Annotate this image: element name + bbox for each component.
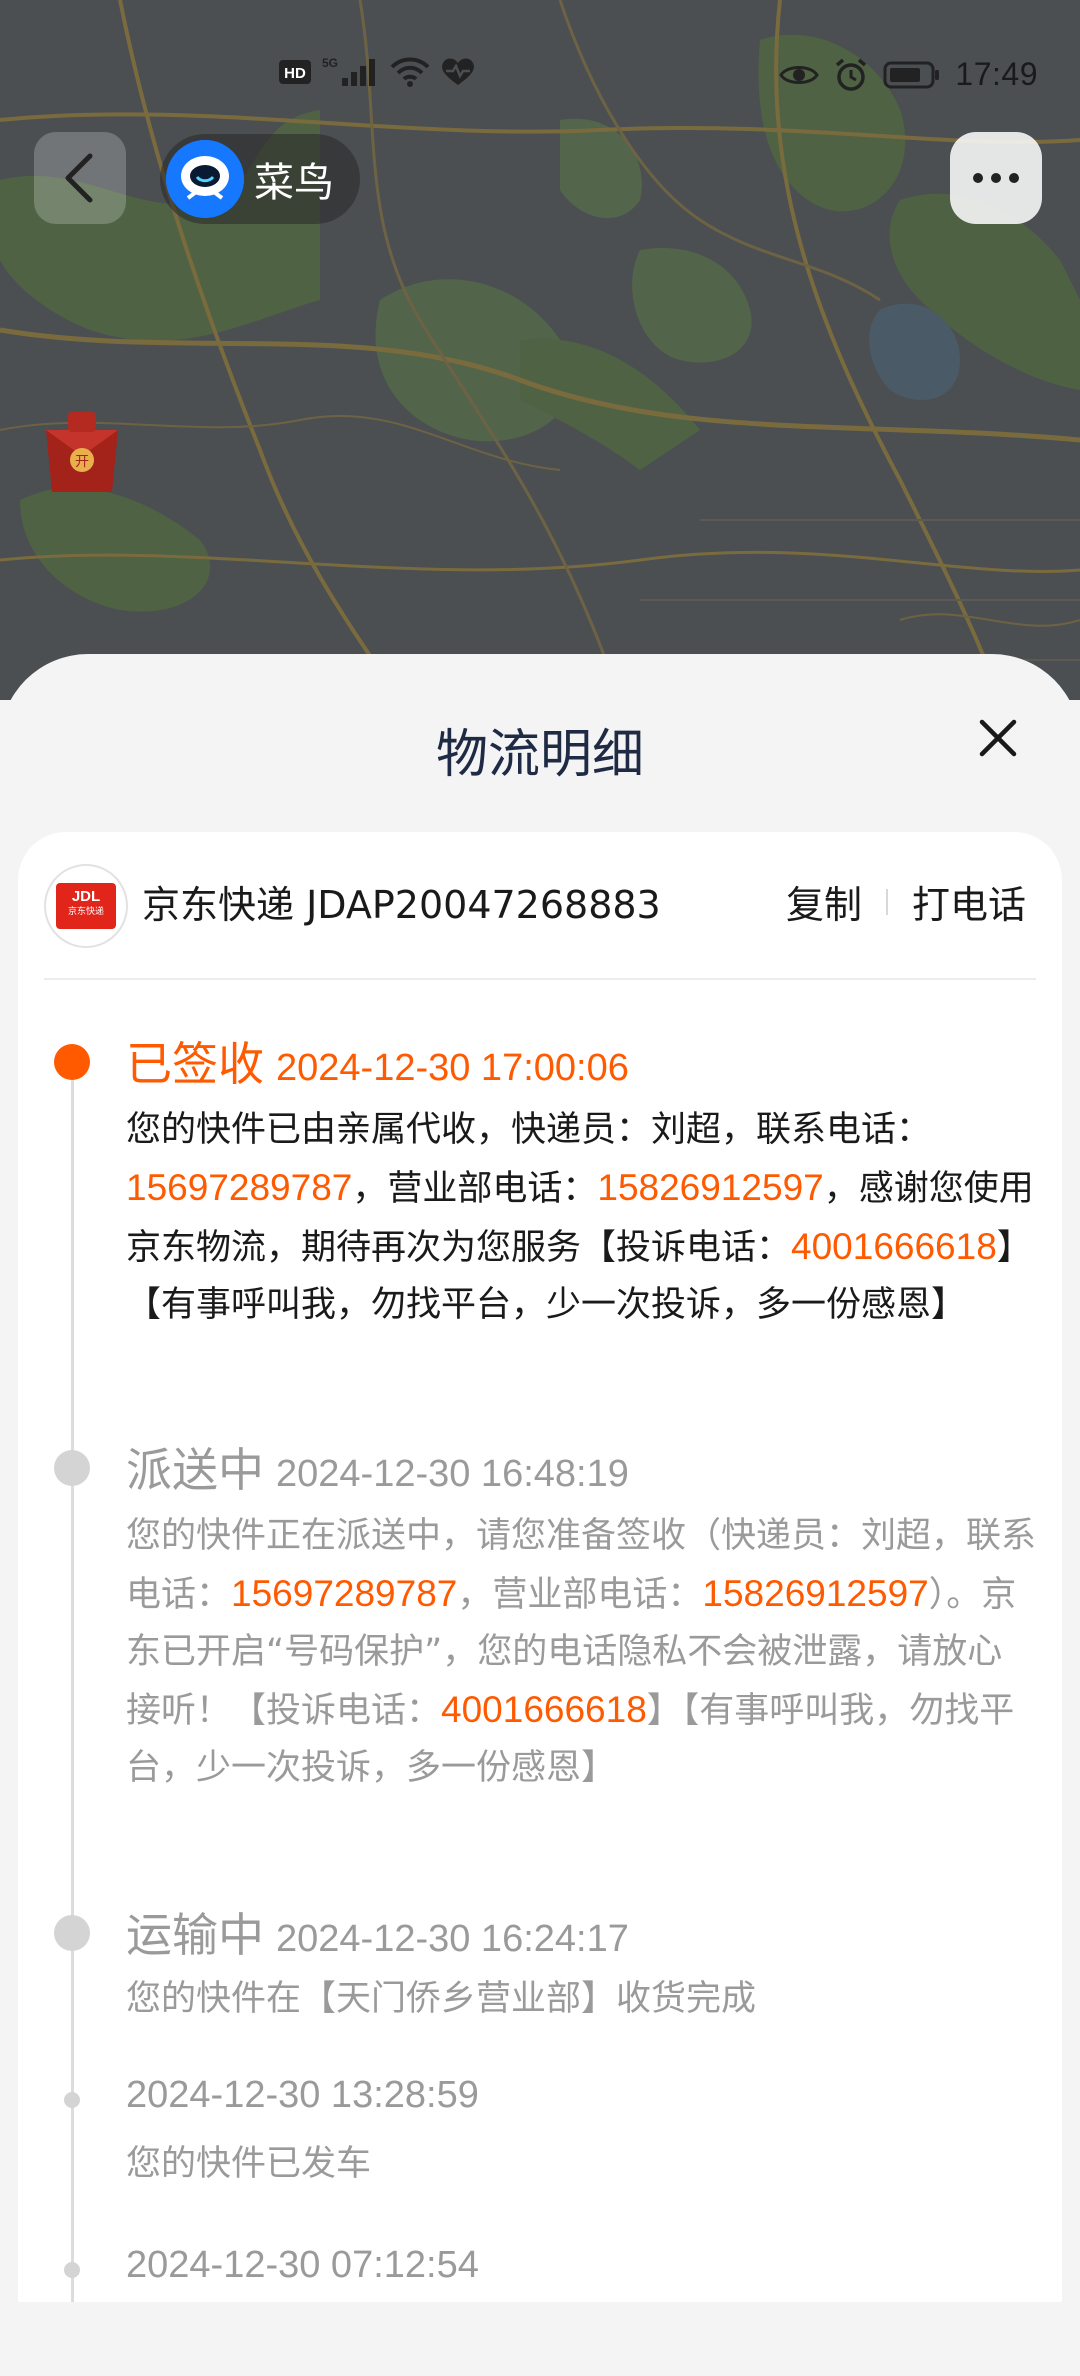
carrier-actions: 复制 打电话 — [786, 874, 1026, 929]
cainiao-logo-icon — [166, 140, 244, 218]
timeline-dot — [54, 1450, 90, 1486]
phone-number-link[interactable]: 4001666618 — [441, 1689, 647, 1730]
timeline-dot-active — [54, 1044, 90, 1080]
status-left-icons: HD 5G — [278, 56, 476, 88]
more-options-button[interactable] — [950, 132, 1042, 224]
carrier-divider — [44, 978, 1036, 980]
phone-number-link[interactable]: 4001666618 — [791, 1226, 997, 1267]
phone-number-link[interactable]: 15826912597 — [597, 1167, 823, 1208]
carrier-row: JDL 京东快递 京东快递 JDAP20047268883 复制 打电话 — [18, 832, 1062, 978]
event-status: 运输中 — [126, 1908, 264, 1962]
timeline-line — [71, 1044, 74, 2302]
svg-text:5G: 5G — [322, 56, 338, 70]
call-button[interactable]: 打电话 — [912, 874, 1026, 929]
chevron-left-icon — [65, 153, 93, 203]
status-right: 17:49 — [779, 56, 1038, 93]
event-text: 您的快件已由亲属代收，快递员：刘超，联系电话： — [126, 1110, 932, 1150]
actions-divider — [885, 888, 888, 915]
event-header: 2024-12-30 07:12:54 — [126, 2244, 479, 2287]
more-dot-icon — [991, 173, 1001, 183]
event-time: 2024-12-30 16:48:19 — [276, 1453, 629, 1495]
alarm-icon — [836, 58, 867, 91]
wifi-icon — [390, 57, 430, 87]
more-dot-icon — [1009, 173, 1019, 183]
jdl-logo-text: JDL — [71, 888, 101, 905]
timeline-dot — [54, 1915, 90, 1951]
battery-icon — [883, 61, 940, 88]
eye-icon — [779, 65, 820, 84]
jdl-logo-icon: JDL 京东快递 — [44, 864, 128, 948]
event-time: 2024-12-30 07:12:54 — [126, 2244, 479, 2286]
timeline-dot — [64, 2262, 80, 2278]
sheet-title: 物流明细 — [435, 725, 644, 785]
status-bar: HD 5G 17:49 — [0, 0, 1080, 140]
close-button[interactable] — [962, 702, 1034, 774]
event-status: 派送中 — [126, 1443, 264, 1497]
event-text: 您的快件在【天门侨乡营业部】收货完成 — [126, 1979, 757, 2019]
logistics-sheet: 物流明细 JDL 京东快递 京东快递 JDAP20047268883 复制 打电… — [0, 654, 1080, 2376]
event-header: 运输中 2024-12-30 16:24:17 — [126, 1899, 629, 1965]
phone-number-link[interactable]: 15697289787 — [231, 1573, 457, 1614]
event-description: 您的快件正在派送中，请您准备签收（快递员：刘超，联系电话：15697289787… — [126, 1508, 1036, 1797]
event-status: 已签收 — [126, 1037, 264, 1091]
app-badge[interactable]: 菜鸟 — [160, 134, 360, 224]
jdl-logo-sub: 京东快递 — [67, 906, 104, 916]
event-description: 您的快件已发车 — [126, 2136, 1036, 2193]
tracking-card: JDL 京东快递 京东快递 JDAP20047268883 复制 打电话 已签收… — [18, 832, 1062, 2302]
app-name: 菜鸟 — [254, 160, 334, 206]
event-header: 派送中 2024-12-30 16:48:19 — [126, 1434, 629, 1500]
phone-number-link[interactable]: 15826912597 — [702, 1573, 928, 1614]
event-time: 2024-12-30 16:24:17 — [276, 1918, 629, 1960]
copy-button[interactable]: 复制 — [786, 874, 862, 929]
close-icon — [979, 719, 1017, 757]
red-envelope-icon[interactable]: 开 — [34, 404, 130, 500]
status-time: 17:49 — [955, 56, 1038, 92]
event-header: 2024-12-30 13:28:59 — [126, 2074, 479, 2117]
event-header: 已签收 2024-12-30 17:00:06 — [126, 1028, 629, 1094]
event-text: 您的快件已发车 — [126, 2144, 372, 2184]
more-dot-icon — [973, 173, 983, 183]
event-text: ，营业部电话： — [457, 1575, 703, 1615]
svg-text:HD: HD — [284, 65, 306, 82]
phone-number-link[interactable]: 15697289787 — [126, 1167, 352, 1208]
5g-signal-icon: 5G — [322, 56, 375, 86]
timeline-dot — [64, 2092, 80, 2108]
event-time: 2024-12-30 13:28:59 — [126, 2074, 479, 2116]
event-description: 您的快件已由亲属代收，快递员：刘超，联系电话： 15697289787，营业部电话… — [126, 1102, 1036, 1334]
back-button[interactable] — [34, 132, 126, 224]
heart-pulse-icon — [442, 58, 474, 85]
event-text: ，营业部电话： — [352, 1169, 598, 1209]
svg-text:开: 开 — [75, 454, 89, 470]
hd-icon: HD — [279, 60, 311, 84]
event-time: 2024-12-30 17:00:06 — [276, 1047, 629, 1089]
event-description: 您的快件在【天门侨乡营业部】收货完成 — [126, 1971, 1036, 2028]
tracking-number: 京东快递 JDAP20047268883 — [142, 883, 661, 927]
